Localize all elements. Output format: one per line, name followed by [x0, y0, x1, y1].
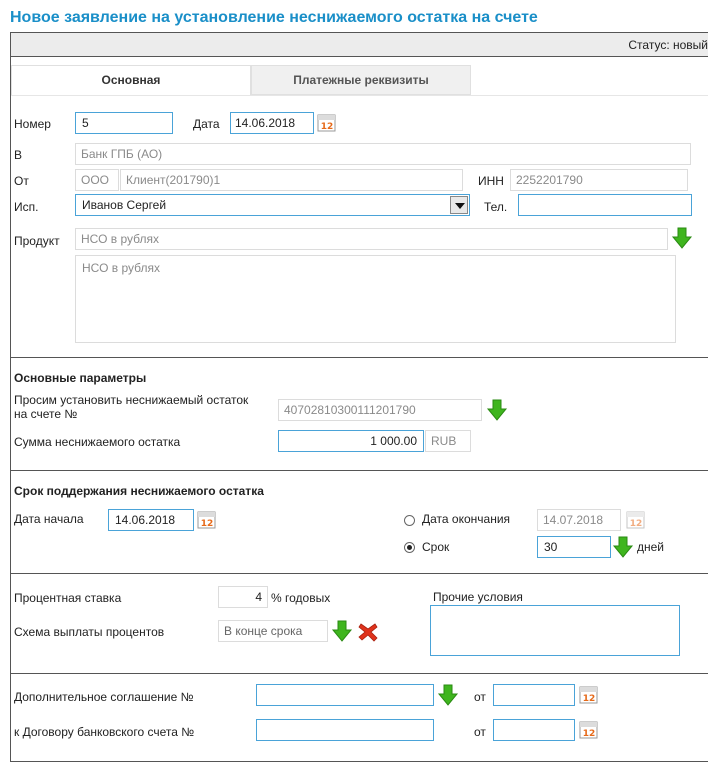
- contract-label: к Договору банковского счета №: [14, 725, 195, 739]
- days-label: дней: [637, 540, 665, 554]
- from-label-1: от: [474, 690, 486, 704]
- chevron-down-icon[interactable]: [450, 196, 468, 214]
- svg-text:12: 12: [201, 519, 214, 529]
- svg-text:12: 12: [321, 122, 334, 132]
- additional-agreement-input[interactable]: [256, 684, 434, 706]
- term-label: Срок: [422, 540, 450, 554]
- term-input[interactable]: 30: [537, 536, 611, 558]
- arrow-down-icon[interactable]: [331, 619, 353, 643]
- additional-agreement-label: Дополнительное соглашение №: [14, 690, 194, 704]
- arrow-down-icon[interactable]: [671, 226, 693, 250]
- term-radio[interactable]: [404, 542, 415, 553]
- from-client-field: Клиент(201790)1: [120, 169, 463, 191]
- calendar-icon[interactable]: 12: [579, 720, 599, 740]
- product-field: НСО в рублях: [75, 228, 668, 250]
- tabs-divider: [11, 95, 708, 96]
- executor-label: Исп.: [14, 200, 39, 214]
- end-date-label: Дата окончания: [422, 512, 511, 526]
- section-divider: [11, 357, 708, 358]
- arrow-down-icon[interactable]: [612, 535, 634, 559]
- from-label: От: [14, 174, 29, 188]
- start-date-label: Дата начала: [14, 512, 84, 526]
- from-label-2: от: [474, 725, 486, 739]
- arrow-down-icon[interactable]: [437, 683, 459, 707]
- account-label: Просим установить неснижаемый остаток на…: [14, 393, 249, 421]
- rate-unit: % годовых: [271, 591, 331, 605]
- executor-select[interactable]: Иванов Сергей: [75, 194, 470, 216]
- inn-field: 2252201790: [510, 169, 688, 191]
- contract-date-input[interactable]: [493, 719, 575, 741]
- additional-date-input[interactable]: [493, 684, 575, 706]
- other-conditions-label: Прочие условия: [433, 590, 523, 604]
- end-date-field: 14.07.2018: [537, 509, 621, 531]
- bank-field: Банк ГПБ (АО): [75, 143, 691, 165]
- status-bar: Статус: новый: [11, 33, 708, 57]
- account-field: 40702810300111201790: [278, 399, 482, 421]
- calendar-icon: 12: [626, 511, 645, 529]
- phone-label: Тел.: [484, 200, 508, 214]
- date-label: Дата: [193, 117, 220, 131]
- main-params-title: Основные параметры: [14, 371, 147, 385]
- rate-field: 4: [218, 586, 268, 608]
- amount-input[interactable]: 1 000.00: [278, 430, 424, 452]
- other-conditions-input[interactable]: [430, 605, 680, 656]
- amount-label: Сумма неснижаемого остатка: [14, 435, 181, 449]
- calendar-icon[interactable]: 12: [317, 113, 337, 133]
- start-date-input[interactable]: 14.06.2018: [108, 509, 194, 531]
- scheme-label: Схема выплаты процентов: [14, 625, 165, 639]
- currency-field: RUB: [425, 430, 471, 452]
- delete-icon[interactable]: [357, 621, 379, 643]
- product-label: Продукт: [14, 234, 60, 248]
- term-title: Срок поддержания неснижаемого остатка: [14, 484, 264, 498]
- phone-input[interactable]: [518, 194, 692, 216]
- svg-text:12: 12: [583, 694, 596, 704]
- page-title: Новое заявление на установление неснижае…: [10, 9, 538, 26]
- executor-value: Иванов Сергей: [82, 198, 167, 212]
- contract-input[interactable]: [256, 719, 434, 741]
- section-divider: [11, 470, 708, 471]
- tab-main[interactable]: Основная: [11, 65, 251, 95]
- svg-text:12: 12: [630, 519, 643, 529]
- product-description: НСО в рублях: [75, 255, 676, 343]
- rate-label: Процентная ставка: [14, 591, 122, 605]
- calendar-icon[interactable]: 12: [197, 510, 217, 530]
- scheme-field: В конце срока: [218, 620, 328, 642]
- date-input[interactable]: 14.06.2018: [230, 112, 314, 134]
- arrow-down-icon[interactable]: [486, 398, 508, 422]
- status-text: Статус: новый: [628, 38, 708, 52]
- number-input[interactable]: 5: [75, 112, 173, 134]
- calendar-icon[interactable]: 12: [579, 685, 599, 705]
- bank-label: В: [14, 148, 23, 162]
- number-label: Номер: [14, 117, 51, 131]
- section-divider: [11, 573, 708, 574]
- end-date-radio[interactable]: [404, 515, 415, 526]
- section-divider: [11, 673, 708, 674]
- from-org-type-field: ООО: [75, 169, 119, 191]
- svg-text:12: 12: [583, 729, 596, 739]
- inn-label: ИНН: [478, 174, 504, 188]
- tab-payment-details[interactable]: Платежные реквизиты: [251, 65, 471, 95]
